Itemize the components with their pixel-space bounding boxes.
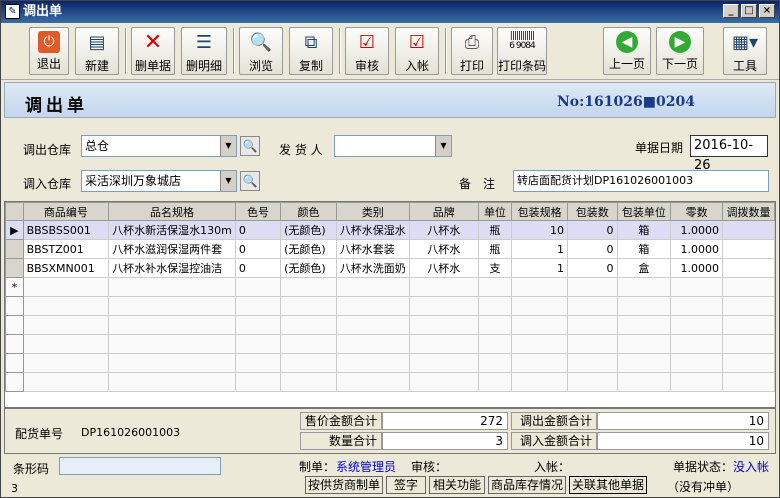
shipper-select[interactable]: ▼: [334, 135, 452, 157]
link-other-docs-button[interactable]: 关联其他单据: [569, 476, 647, 494]
col-header[interactable]: 类别: [335, 202, 410, 221]
qty-total-label: 数量合计: [300, 432, 382, 450]
main-window: ✎ 调出单 _ □ × ⏻ 退出 ▤ 新建 ✕ 删单据 ☰ 删明细 🔍 浏览 ⧉ 复制 ☑ 审…: [0, 0, 780, 498]
record-count: 3: [11, 482, 18, 495]
search-icon[interactable]: 🔍: [240, 136, 260, 156]
post-label: 入帐：: [534, 460, 571, 474]
magnifier-icon: 🔍: [249, 32, 273, 53]
table-row[interactable]: BBSTZ001 八杯水滋润保湿两件套 0 (无颜色) 八杯水套装 八杯水瓶 1 0 箱 1.00…: [5, 239, 775, 259]
maximize-button[interactable]: □: [741, 4, 757, 18]
col-header[interactable]: 单位: [477, 202, 513, 221]
chevron-down-icon[interactable]: ▼: [220, 136, 236, 156]
tools-grid-icon: ▦▾: [732, 32, 759, 53]
doc-number: No:161026■0204: [557, 94, 695, 110]
col-header[interactable]: 颜色: [280, 202, 337, 221]
table-row[interactable]: BBSXMN001 八杯水补水保湿控油洁 0 (无颜色) 八杯水洗面奶 八杯水支 1 0 盒 1.…: [5, 258, 775, 278]
col-header[interactable]: 零数: [670, 202, 724, 221]
barcode-input[interactable]: [59, 457, 221, 475]
audit-button[interactable]: ☑ 审核: [345, 27, 389, 75]
document-icon: ▤: [88, 32, 106, 53]
search-icon[interactable]: 🔍: [240, 171, 260, 191]
page-title: 调出单: [25, 96, 88, 116]
dist-no-value: DP161026001003: [81, 426, 181, 439]
in-warehouse-label: 调入仓库: [23, 177, 72, 191]
remark-field[interactable]: 转店面配货计划DP161026001003: [513, 170, 769, 192]
power-icon: ⏻: [38, 31, 60, 53]
col-header[interactable]: 品牌: [408, 202, 479, 221]
state-label: 单据状态：: [673, 460, 734, 474]
exit-button[interactable]: ⏻ 退出: [29, 27, 69, 75]
browse-button[interactable]: 🔍 浏览: [239, 27, 283, 75]
new-row[interactable]: *: [5, 277, 775, 297]
auditor-label: 审核：: [411, 460, 448, 474]
out-amount-value: 10: [597, 412, 769, 430]
barcode-icon: |||||||||||| 6 9084: [509, 31, 535, 51]
new-row-marker: *: [5, 277, 24, 297]
barcode-label: 条形码: [13, 462, 50, 476]
col-header[interactable]: 包装数: [567, 202, 618, 221]
printer-icon: ⎙: [464, 32, 480, 53]
table-row[interactable]: ▶ BBSBSS001 八杯水新活保湿水130m 0 (无颜色) 八杯水保湿水 八杯水瓶 1…: [5, 220, 775, 240]
col-header[interactable]: 色号: [234, 202, 282, 221]
doc-header: 调出单 No:161026■0204: [4, 82, 776, 118]
copy-button[interactable]: ⧉ 复制: [289, 27, 333, 75]
delete-detail-button[interactable]: ☰ 删明细: [181, 27, 227, 75]
qty-total-value: 3: [382, 432, 508, 450]
shipper-label: 发 货 人: [279, 143, 323, 157]
sign-button[interactable]: 签字: [386, 476, 426, 494]
app-icon: ✎: [5, 4, 20, 19]
state-value: 没入帐: [733, 460, 770, 474]
next-page-button[interactable]: ▶ 下一页: [656, 27, 704, 75]
copy-icon: ⧉: [304, 32, 318, 53]
title-bar: ✎ 调出单 _ □ ×: [1, 1, 779, 23]
col-header[interactable]: 包装规格: [511, 202, 568, 221]
post-button[interactable]: ☑ 入帐: [395, 27, 439, 75]
stock-status-button[interactable]: 商品库存情况: [488, 476, 566, 494]
out-amount-label: 调出金额合计: [511, 412, 597, 430]
print-button[interactable]: ⎙ 打印: [451, 27, 493, 75]
in-warehouse-select[interactable]: 采活深圳万象城店 ▼: [81, 170, 237, 192]
out-warehouse-select[interactable]: 总仓 ▼: [81, 135, 237, 157]
toolbar: ⏻ 退出 ▤ 新建 ✕ 删单据 ☰ 删明细 🔍 浏览 ⧉ 复制 ☑ 审核 ☑ 入帐 ⎙ 打印 ||…: [1, 24, 779, 80]
chevron-down-icon[interactable]: ▼: [435, 136, 451, 156]
items-grid: 商品编号 品名规格 色号 颜色 类别 品牌 单位 包装规格 包装数 包装单位 零…: [4, 201, 776, 408]
delete-doc-button[interactable]: ✕ 删单据: [131, 27, 175, 75]
minimize-button[interactable]: _: [723, 4, 739, 18]
maker-label: 制单：: [299, 460, 336, 474]
in-amount-value: 10: [597, 432, 769, 450]
out-warehouse-label: 调出仓库: [23, 143, 72, 157]
tools-button[interactable]: ▦▾ 工具: [723, 27, 767, 75]
col-header[interactable]: 商品编号: [22, 202, 110, 221]
arrow-right-icon: ▶: [669, 31, 691, 53]
post-doc-icon: ☑: [408, 32, 426, 53]
supplier-doc-button[interactable]: 按供货商制单: [305, 476, 383, 494]
list-icon: ☰: [195, 32, 213, 53]
offset-status: （没有冲单）: [667, 480, 740, 494]
delete-x-icon: ✕: [143, 30, 163, 55]
window-title: 调出单: [23, 4, 63, 19]
sale-total-label: 售价金额合计: [300, 412, 382, 430]
totals-panel: 配货单号 DP161026001003 售价金额合计 272 数量合计 3 调出…: [4, 408, 776, 454]
dist-no-label: 配货单号: [15, 427, 64, 441]
row-pointer-icon: ▶: [5, 220, 24, 240]
close-button[interactable]: ×: [759, 4, 775, 18]
chevron-down-icon[interactable]: ▼: [220, 171, 236, 191]
maker-value: 系统管理员: [336, 460, 397, 474]
print-barcode-button[interactable]: |||||||||||| 6 9084 打印条码: [497, 27, 547, 75]
remark-label: 备 注: [459, 177, 496, 191]
check-doc-icon: ☑: [358, 32, 376, 53]
arrow-left-icon: ◀: [616, 31, 638, 53]
related-functions-button[interactable]: 相关功能: [429, 476, 485, 494]
new-button[interactable]: ▤ 新建: [75, 27, 119, 75]
prev-page-button[interactable]: ◀ 上一页: [603, 27, 651, 75]
col-header[interactable]: 包装单位: [616, 202, 672, 221]
col-header[interactable]: 品名规格: [108, 202, 236, 221]
grid-corner: [5, 202, 24, 221]
sale-total-value: 272: [382, 412, 508, 430]
in-amount-label: 调入金额合计: [511, 432, 597, 450]
col-header[interactable]: 调拨数量: [722, 202, 775, 221]
doc-date-label: 单据日期: [635, 141, 684, 155]
doc-date-field[interactable]: 2016-10-26: [690, 135, 768, 173]
